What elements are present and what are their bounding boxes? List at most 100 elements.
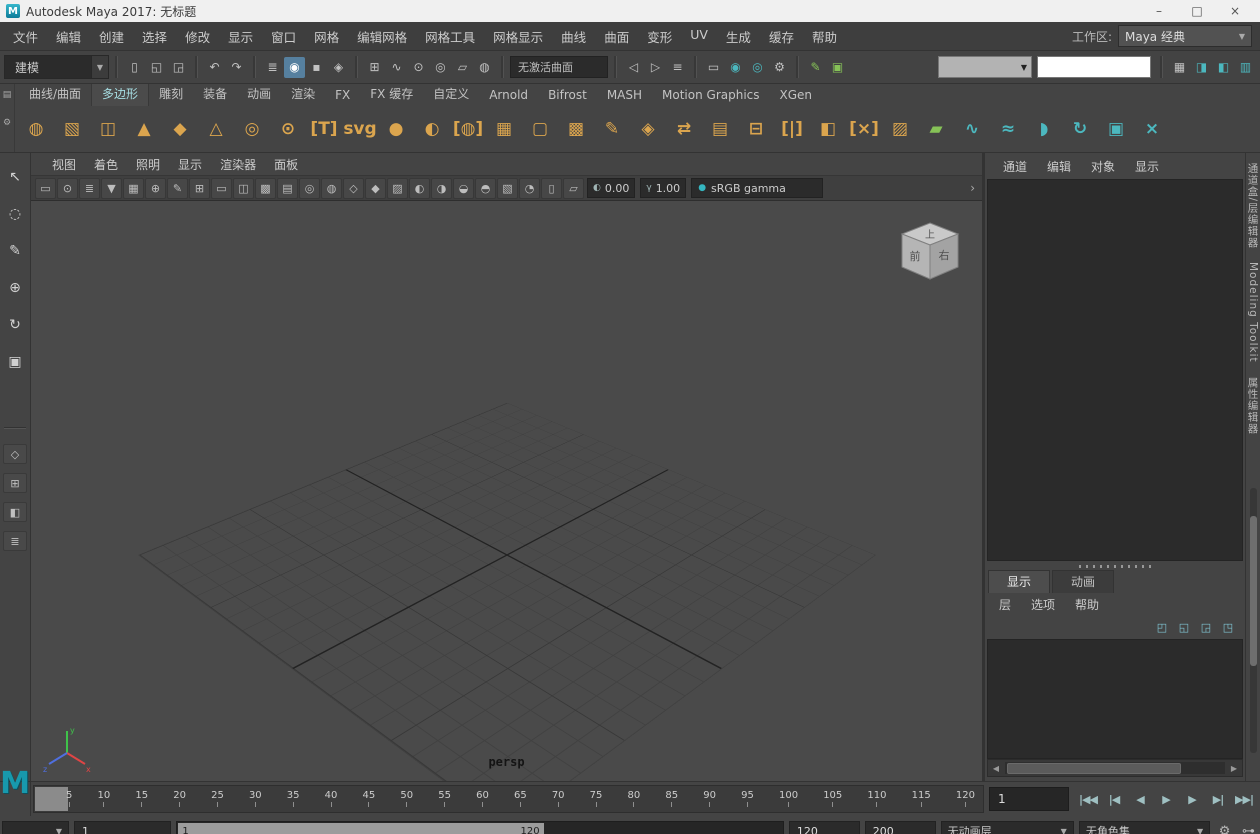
menu-item[interactable]: 网格工具 xyxy=(416,27,484,46)
poly-plane-icon[interactable]: ▦ xyxy=(487,111,521,147)
panel-menu-item[interactable]: 帮助 xyxy=(1065,596,1109,613)
make-live-icon[interactable]: ◍ xyxy=(474,57,495,78)
shelf-options-gear-icon[interactable]: ⚙ xyxy=(1,117,13,129)
type-grid-icon[interactable]: ▣ xyxy=(1099,111,1133,147)
shelf-tab[interactable]: Motion Graphics xyxy=(652,86,770,106)
boolean-difference-icon[interactable]: ⊟ xyxy=(739,111,773,147)
channel-box-list[interactable] xyxy=(987,179,1243,561)
poly-cylinder-icon[interactable]: ◫ xyxy=(91,111,125,147)
panel-menu-item[interactable]: 编辑 xyxy=(1037,158,1081,175)
ambient-occlusion-icon[interactable]: ◒ xyxy=(453,178,474,199)
rotate-tool[interactable]: ↻ xyxy=(3,313,27,337)
step-forward-key-button[interactable]: ▶| xyxy=(1206,787,1230,811)
time-slider[interactable]: 5101520253035404550556065707580859095100… xyxy=(33,785,984,813)
poly-cone-icon[interactable]: ▲ xyxy=(127,111,161,147)
motion-blur-icon[interactable]: ◓ xyxy=(475,178,496,199)
view-cube[interactable]: 上 前 右 xyxy=(892,217,968,289)
field-chart-icon[interactable]: ▤ xyxy=(277,178,298,199)
step-forward-frame-button[interactable]: ▶ xyxy=(1180,787,1204,811)
menu-item[interactable]: 修改 xyxy=(176,27,219,46)
paint-select-tool[interactable]: ✎ xyxy=(3,239,27,263)
use-all-lights-icon[interactable]: ◐ xyxy=(409,178,430,199)
snap-to-view-plane-icon[interactable]: ▱ xyxy=(452,57,473,78)
horizontal-scrollbar[interactable]: ◀ ▶ xyxy=(987,759,1243,777)
bend-deformer-icon[interactable]: ∿ xyxy=(955,111,989,147)
panel-menu-item[interactable]: 着色 xyxy=(85,156,127,173)
ipr-render-icon[interactable]: ◎ xyxy=(747,57,768,78)
panel-menu-item[interactable]: 层 xyxy=(989,596,1021,613)
menu-item[interactable]: 缓存 xyxy=(760,27,803,46)
minimize-button[interactable]: – xyxy=(1140,0,1178,22)
scale-tool[interactable]: ▣ xyxy=(3,350,27,374)
shelf-tab[interactable]: 自定义 xyxy=(423,84,479,106)
exposure-field[interactable]: ◐ 0.00 xyxy=(587,178,635,198)
poly-pyramid-icon[interactable]: △ xyxy=(199,111,233,147)
scroll-left-icon[interactable]: ◀ xyxy=(988,761,1004,775)
bookmarks-icon[interactable]: ▼ xyxy=(101,178,122,199)
layer-list[interactable] xyxy=(987,639,1243,759)
shelf-tab[interactable]: 曲线/曲面 xyxy=(19,84,91,106)
lock-camera-icon[interactable]: ⊙ xyxy=(57,178,78,199)
sculpt-tool-icon[interactable]: [◍] xyxy=(451,111,485,147)
snap-to-projected-center-icon[interactable]: ◎ xyxy=(430,57,451,78)
menu-item[interactable]: 曲面 xyxy=(595,27,638,46)
four-pane-layout-button[interactable]: ⊞ xyxy=(3,473,27,493)
step-back-frame-button[interactable]: ◀ xyxy=(1128,787,1152,811)
panel-menu-item[interactable]: 对象 xyxy=(1081,158,1125,175)
safe-action-icon[interactable]: ◎ xyxy=(299,178,320,199)
multisample-icon[interactable]: ▧ xyxy=(497,178,518,199)
menu-item[interactable]: 编辑 xyxy=(47,27,90,46)
input-connections-icon[interactable]: ◁ xyxy=(623,57,644,78)
gate-mask-icon[interactable]: ▩ xyxy=(255,178,276,199)
shelf-tab[interactable]: 多边形 xyxy=(91,84,149,106)
layer-editor-tab[interactable]: 动画 xyxy=(1052,570,1114,593)
lattice-icon[interactable]: ▩ xyxy=(559,111,593,147)
menu-item[interactable]: 显示 xyxy=(219,27,262,46)
shelf-tab[interactable]: FX 缓存 xyxy=(360,84,423,106)
tool-settings-toggle-icon[interactable]: ◧ xyxy=(1213,57,1234,78)
shell-icon[interactable]: ◗ xyxy=(1027,111,1061,147)
poly-sphere-icon[interactable]: ◍ xyxy=(19,111,53,147)
new-layer-from-selected-icon[interactable]: ◱ xyxy=(1175,618,1193,636)
poly-pipe-icon[interactable]: ◎ xyxy=(235,111,269,147)
menu-item[interactable]: 网格显示 xyxy=(484,27,552,46)
animation-end-field[interactable]: 200 xyxy=(865,821,936,834)
menu-item[interactable]: 窗口 xyxy=(262,27,305,46)
shelf-tab[interactable]: Arnold xyxy=(479,86,538,106)
align-objects-icon[interactable]: [|] xyxy=(775,111,809,147)
shelf-tab[interactable]: 动画 xyxy=(237,84,281,106)
shelf-tab[interactable]: 雕刻 xyxy=(149,84,193,106)
shelf-tab[interactable]: MASH xyxy=(597,86,652,106)
panel-menu-item[interactable]: 显示 xyxy=(169,156,211,173)
auto-keyframe-icon[interactable]: ⊶ xyxy=(1239,824,1258,834)
shelf-tab[interactable]: 渲染 xyxy=(281,84,325,106)
menu-item[interactable]: 编辑网格 xyxy=(348,27,416,46)
transform-entry-mode-dropdown[interactable]: ▼ xyxy=(938,56,1032,78)
shelf-tab[interactable]: XGen xyxy=(770,86,823,106)
menu-item[interactable]: 生成 xyxy=(717,27,760,46)
panel-menu-item[interactable]: 通道 xyxy=(993,158,1037,175)
select-by-component-icon[interactable]: ▪ xyxy=(306,57,327,78)
open-scene-icon[interactable]: ◱ xyxy=(146,57,167,78)
poly-cube-icon[interactable]: ▧ xyxy=(55,111,89,147)
construction-history-icon[interactable]: ≡ xyxy=(667,57,688,78)
quad-draw-icon[interactable]: ✎ xyxy=(595,111,629,147)
menu-item[interactable]: 帮助 xyxy=(803,27,846,46)
animation-preferences-gear-icon[interactable]: ⚙ xyxy=(1215,824,1234,834)
snap-to-point-icon[interactable]: ⊙ xyxy=(408,57,429,78)
extrude-icon[interactable]: ◧ xyxy=(811,111,845,147)
menu-item[interactable]: 创建 xyxy=(90,27,133,46)
colorspace-dropdown[interactable]: ● sRGB gamma xyxy=(691,178,823,198)
select-by-hierarchy-icon[interactable]: ≣ xyxy=(262,57,283,78)
grid-toggle-icon[interactable]: ▦ xyxy=(1169,57,1190,78)
grease-pencil-icon[interactable]: ✎ xyxy=(167,178,188,199)
film-gate-icon[interactable]: ▭ xyxy=(211,178,232,199)
tool-mode-dropdown[interactable]: 建模 ▼ xyxy=(4,55,109,79)
redo-icon[interactable]: ↷ xyxy=(226,57,247,78)
depth-of-field-icon[interactable]: ◔ xyxy=(519,178,540,199)
layer-editor-tab[interactable]: 显示 xyxy=(988,570,1050,593)
outliner-panel-button[interactable]: ≣ xyxy=(3,531,27,551)
render-settings-icon[interactable]: ⚙ xyxy=(769,57,790,78)
content-browser-icon[interactable]: ▣ xyxy=(827,57,848,78)
menu-item[interactable]: 变形 xyxy=(638,27,681,46)
